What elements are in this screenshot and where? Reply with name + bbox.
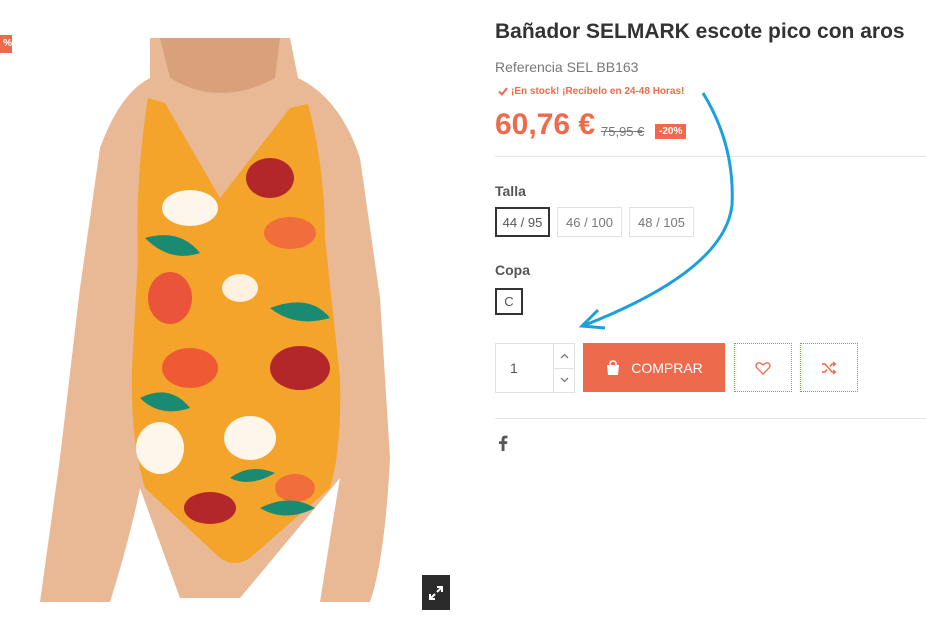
discount-badge: -20% — [655, 124, 687, 139]
discount-corner-badge: % — [0, 35, 12, 53]
buy-button-label: COMPRAR — [631, 359, 703, 376]
stock-status: ¡En stock! ¡Recíbelo en 24-48 Horas! — [498, 86, 684, 97]
facebook-icon[interactable] — [498, 435, 508, 451]
current-price: 60,76 € — [495, 108, 596, 141]
heart-icon — [755, 361, 771, 375]
product-title: Bañador SELMARK escote pico con aros — [495, 20, 905, 43]
cup-option-c[interactable]: C — [495, 288, 523, 315]
check-icon — [498, 87, 508, 96]
quantity-decrease-button[interactable] — [553, 368, 575, 392]
swimsuit-photo — [40, 38, 390, 602]
chevron-up-icon — [560, 353, 569, 359]
quantity-input[interactable] — [496, 344, 554, 392]
buy-button[interactable]: COMPRAR — [583, 343, 725, 392]
size-label: Talla — [495, 183, 526, 199]
size-option-48-105[interactable]: 48 / 105 — [629, 207, 694, 237]
stock-text: ¡En stock! ¡Recíbelo en 24-48 Horas! — [511, 86, 685, 97]
quantity-increase-button[interactable] — [553, 344, 575, 369]
shopping-bag-icon — [607, 359, 620, 375]
divider — [495, 156, 926, 157]
compare-button[interactable] — [800, 343, 858, 392]
wishlist-button[interactable] — [734, 343, 792, 392]
size-option-44-95[interactable]: 44 / 95 — [495, 207, 550, 237]
shuffle-icon — [822, 360, 837, 375]
product-reference: Referencia SEL BB163 — [495, 59, 639, 75]
zoom-button[interactable] — [422, 575, 450, 610]
old-price: 75,95 € — [601, 124, 645, 139]
size-option-46-100[interactable]: 46 / 100 — [557, 207, 622, 237]
product-image[interactable] — [40, 38, 452, 602]
chevron-down-icon — [560, 377, 569, 383]
expand-icon — [429, 585, 443, 600]
cup-label: Copa — [495, 262, 530, 278]
quantity-stepper — [495, 343, 575, 393]
divider — [495, 418, 926, 419]
